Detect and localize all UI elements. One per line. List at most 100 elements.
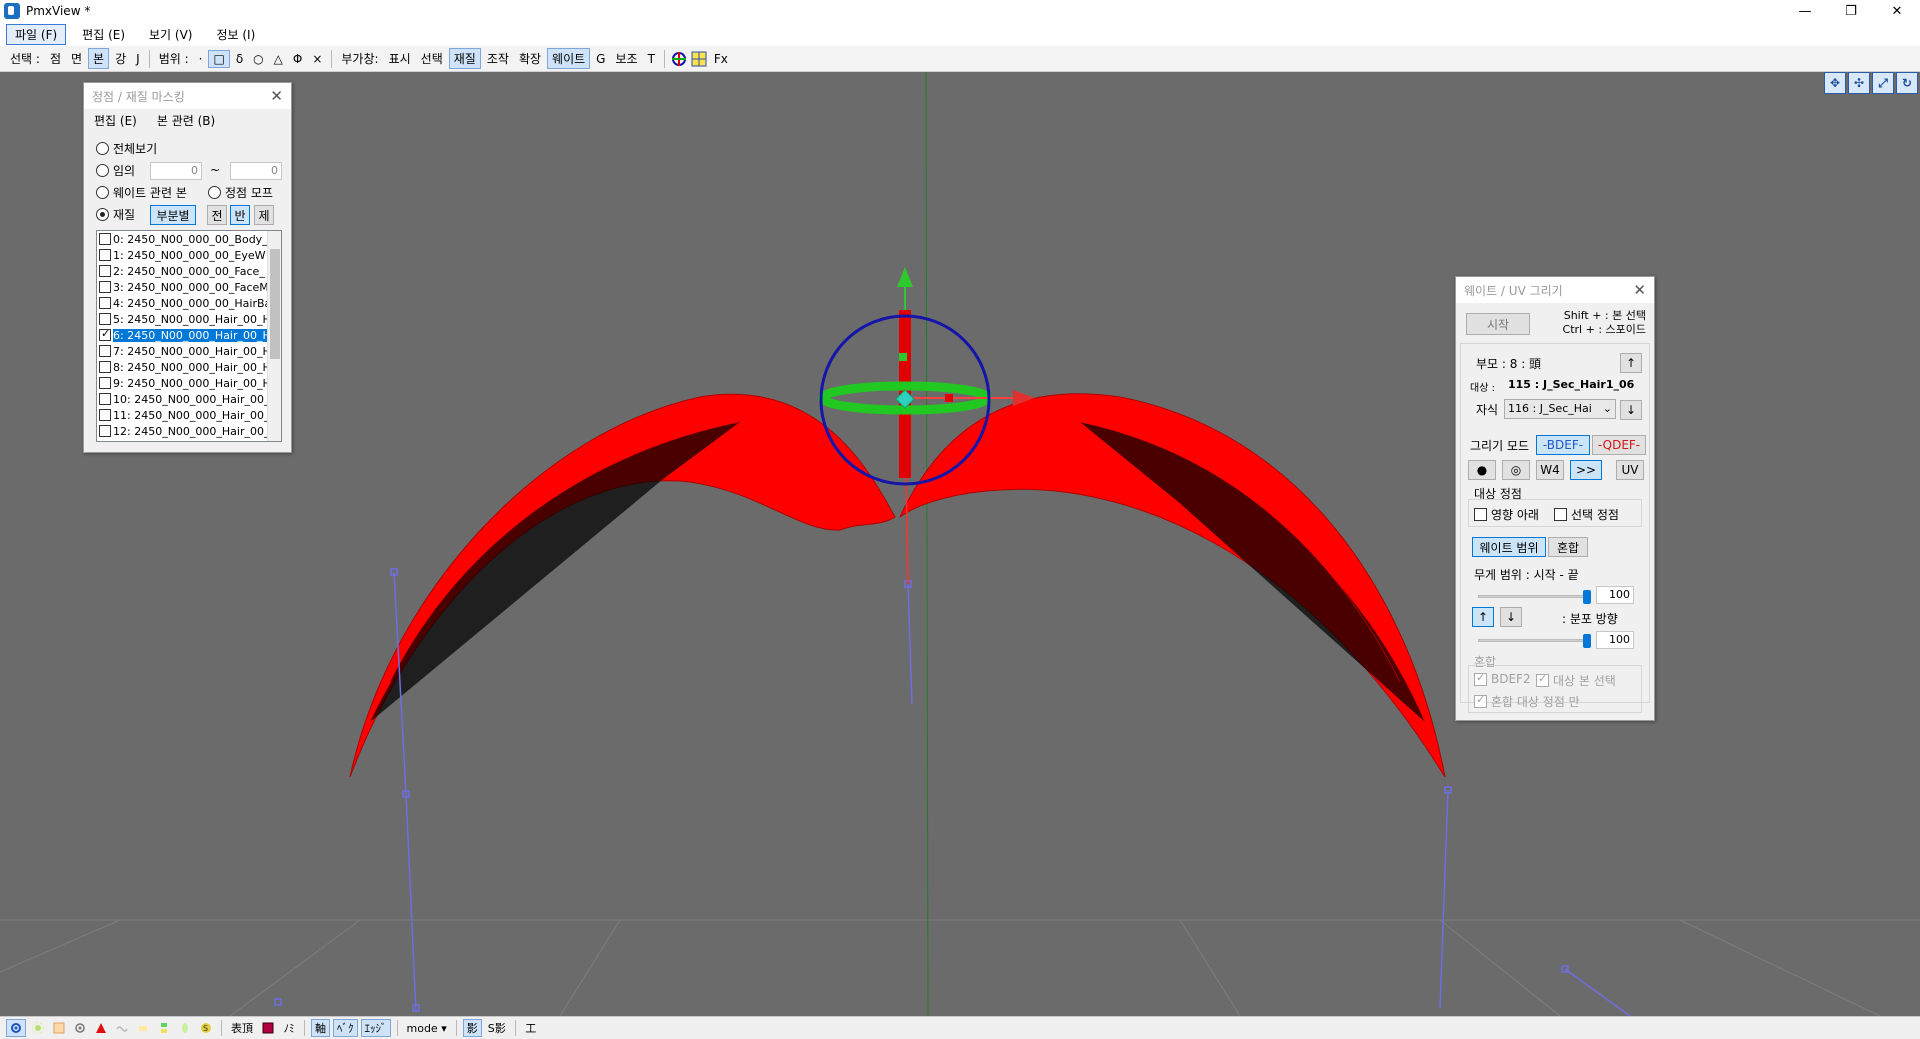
select-face-button[interactable]: 면 [67, 49, 86, 68]
range-x-button[interactable]: × [308, 51, 326, 67]
restore-button[interactable]: ❐ [1828, 0, 1874, 22]
start-button[interactable]: 시작 [1466, 313, 1530, 335]
remove-button[interactable]: 제 [254, 205, 274, 225]
material-checkbox[interactable] [99, 313, 111, 325]
opt-vertex-morph-row[interactable]: 정점 모프 [208, 184, 273, 201]
material-checkbox[interactable] [99, 327, 111, 341]
dist-up-button[interactable]: ↑ [1472, 607, 1494, 627]
all-button[interactable]: 전 [207, 205, 227, 225]
range-from-input[interactable]: 0 [150, 162, 202, 180]
edge-toggle[interactable]: ｴｯｼﾞ [360, 1019, 391, 1037]
list-item[interactable]: 1: 2450_N00_000_00_EyeW [97, 247, 281, 263]
rotate-view-icon[interactable]: ↻ [1896, 72, 1918, 94]
wave-icon[interactable] [113, 1019, 131, 1037]
mask-menu-bone[interactable]: 본 관련 (B) [157, 112, 215, 129]
tab-blend[interactable]: 혼합 [1548, 537, 1588, 557]
list-item[interactable]: 3: 2450_N00_000_00_FaceM [97, 279, 281, 295]
menu-edit[interactable]: 편집 (E) [74, 25, 133, 44]
color-swatch-icon[interactable] [259, 1019, 277, 1037]
list-item[interactable]: 4: 2450_N00_000_00_HairBa [97, 295, 281, 311]
bdef-button[interactable]: -BDEF- [1536, 435, 1590, 455]
qdef-button[interactable]: -QDEF- [1592, 435, 1646, 455]
list-item[interactable]: 8: 2450_N00_000_Hair_00_H [97, 359, 281, 375]
range-phi-button[interactable]: Φ [289, 51, 306, 67]
expand-button[interactable]: 확장 [515, 49, 545, 68]
axis-toggle[interactable]: 軸 [311, 1019, 330, 1037]
weight-end-input[interactable]: 100 [1596, 631, 1634, 649]
texture-icon[interactable] [50, 1019, 68, 1037]
hair-mesh[interactable] [349, 393, 1446, 778]
zoom-view-icon[interactable]: ⤢ [1872, 72, 1894, 94]
selected-vertex-checkbox[interactable] [1554, 508, 1567, 521]
opt-weight-bone-row[interactable]: 웨이트 관련 본 [96, 184, 187, 201]
range-delta-button[interactable]: δ [232, 51, 247, 67]
surface-toggle[interactable]: 表頂 [228, 1019, 256, 1037]
menu-info[interactable]: 정보 (I) [208, 25, 263, 44]
bone-chain[interactable] [274, 568, 1631, 1016]
minimize-button[interactable]: — [1782, 0, 1828, 22]
assist-button[interactable]: 보조 [611, 49, 641, 68]
material-checkbox[interactable] [99, 409, 111, 421]
dist-down-button[interactable]: ↓ [1500, 607, 1522, 627]
material-checkbox[interactable] [99, 345, 111, 357]
mask-menu-edit[interactable]: 편집 (E) [94, 112, 137, 129]
opt-range-row[interactable]: 임의 [96, 162, 135, 179]
range-circle-button[interactable]: ○ [249, 51, 267, 67]
axis-gizmo-icon[interactable] [670, 50, 688, 68]
shadow-toggle[interactable]: 影 [462, 1019, 482, 1037]
w4-button[interactable]: W4 [1536, 460, 1564, 480]
list-item[interactable]: 11: 2450_N00_000_Hair_00_ [97, 407, 281, 423]
under-influence-row[interactable]: 영향 아래 [1474, 506, 1539, 523]
opt-weight-bone-radio[interactable] [96, 186, 109, 199]
under-influence-checkbox[interactable] [1474, 508, 1487, 521]
self-shadow-toggle[interactable]: S影 [485, 1019, 509, 1037]
range-to-input[interactable]: 0 [230, 162, 282, 180]
fx-button[interactable]: Fx [710, 51, 732, 67]
scroll-thumb[interactable] [270, 249, 280, 359]
range-box-button[interactable]: □ [208, 49, 230, 68]
close-button[interactable]: ✕ [1874, 0, 1920, 22]
material-checkbox[interactable] [99, 265, 111, 277]
control-button[interactable]: 조작 [483, 49, 513, 68]
t-button[interactable]: T [644, 51, 659, 67]
tab-weight-range[interactable]: 웨이트 범위 [1472, 537, 1546, 557]
child-bone-select[interactable]: 116 : J_Sec_Hai ⌄ [1504, 399, 1616, 419]
select-strong-button[interactable]: 강 [111, 49, 130, 68]
list-item-selected[interactable]: 6: 2450_N00_000_Hair_00_H [97, 327, 281, 343]
selected-vertex-row[interactable]: 선택 정점 [1554, 506, 1619, 523]
child-down-button[interactable]: ↓ [1620, 400, 1642, 420]
weight-start-slider[interactable] [1478, 590, 1591, 604]
grid-icon[interactable] [690, 50, 708, 68]
parent-up-button[interactable]: ↑ [1620, 353, 1642, 373]
list-item[interactable]: 7: 2450_N00_000_Hair_00_H [97, 343, 281, 359]
brush-dot-button[interactable]: ● [1468, 460, 1496, 480]
range-triangle-button[interactable]: △ [270, 51, 287, 67]
range-dot-button[interactable]: · [195, 51, 207, 67]
material-checkbox[interactable] [99, 281, 111, 293]
opt-vertex-morph-radio[interactable] [208, 186, 221, 199]
mode-dropdown[interactable]: mode ▾ [404, 1019, 450, 1037]
vector-toggle[interactable]: ﾍﾞｸ [333, 1019, 358, 1037]
material-checkbox[interactable] [99, 425, 111, 437]
select-bone-button[interactable]: 본 [88, 48, 110, 69]
vertex-display-icon[interactable] [6, 1019, 26, 1037]
opt-material-row[interactable]: 재질 [96, 206, 135, 223]
g-button[interactable]: G [592, 51, 609, 67]
pan-view-icon[interactable]: ✥ [1824, 72, 1846, 94]
selection-button[interactable]: 선택 [417, 49, 447, 68]
material-button[interactable]: 재질 [448, 48, 481, 69]
slider-thumb[interactable] [1583, 590, 1591, 604]
list-item[interactable]: 5: 2450_N00_000_Hair_00_H [97, 311, 281, 327]
material-checkbox[interactable] [99, 377, 111, 389]
list-item[interactable]: 2: 2450_N00_000_00_Face_ [97, 263, 281, 279]
menu-view[interactable]: 보기 (V) [141, 25, 200, 44]
close-icon[interactable]: ✕ [1633, 281, 1646, 299]
list-scrollbar[interactable] [267, 231, 281, 441]
triangle-icon[interactable] [92, 1019, 110, 1037]
list-item[interactable]: 9: 2450_N00_000_Hair_00_H [97, 375, 281, 391]
list-item[interactable]: 10: 2450_N00_000_Hair_00_ [97, 391, 281, 407]
material-checkbox[interactable] [99, 249, 111, 261]
next-button[interactable]: >> [1570, 460, 1602, 480]
list-item[interactable]: 12: 2450_N00_000_Hair_00_ [97, 423, 281, 439]
opt-all-radio[interactable] [96, 142, 109, 155]
